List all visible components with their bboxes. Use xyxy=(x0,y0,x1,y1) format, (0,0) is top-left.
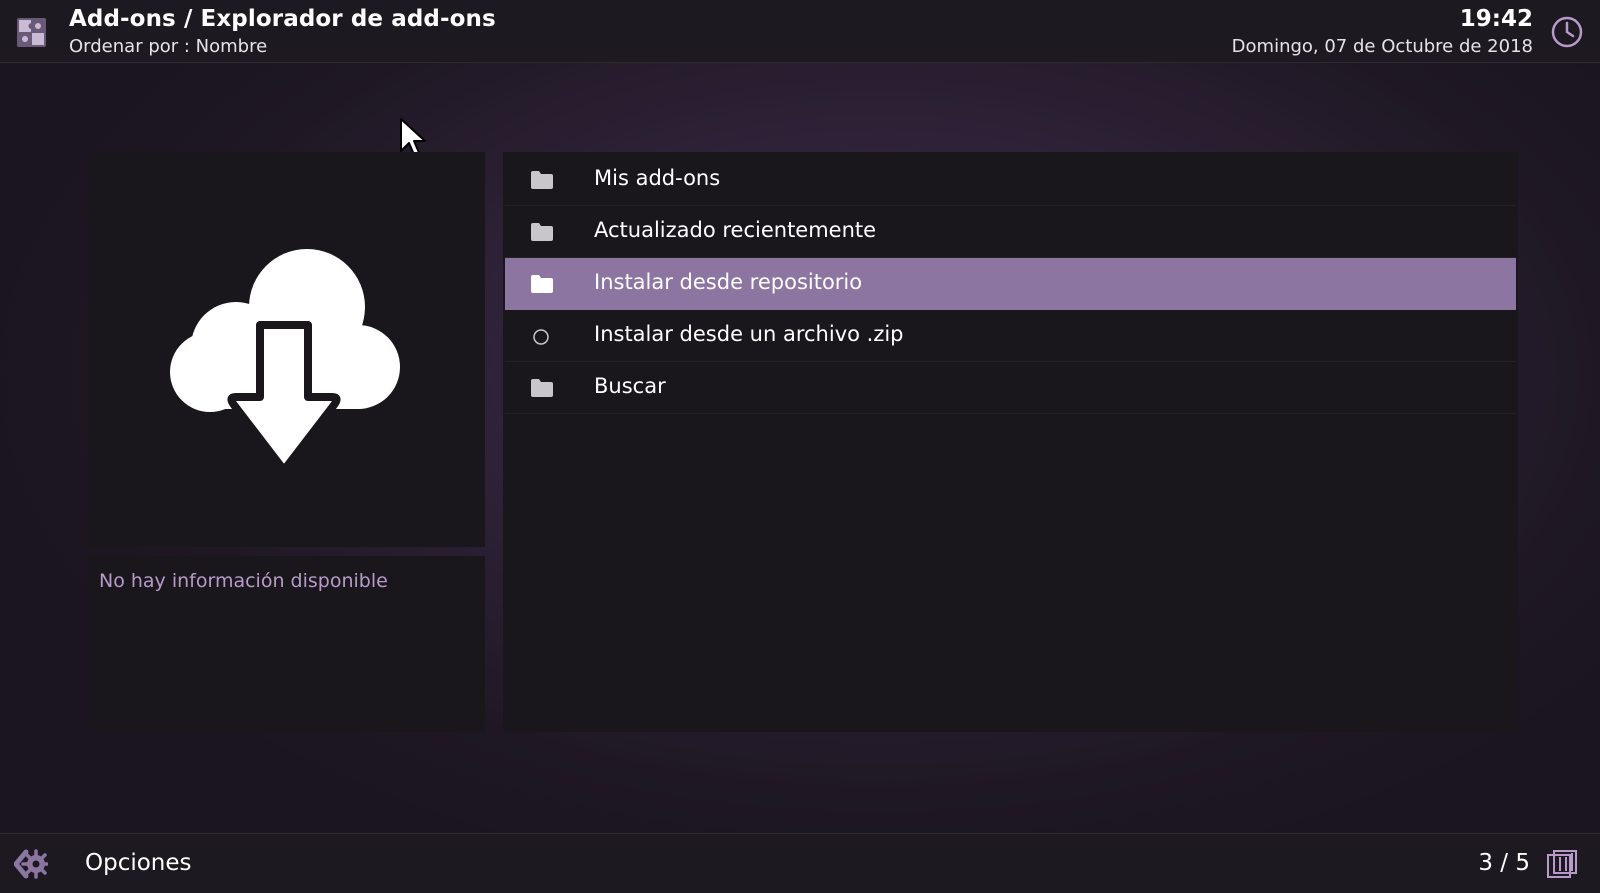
page-title: Add-ons / Explorador de add-ons xyxy=(69,6,496,32)
folder-icon xyxy=(531,223,553,241)
viewtype-icon[interactable] xyxy=(1546,849,1580,879)
addon-puzzle-icon xyxy=(17,18,46,47)
list-item-buscar[interactable]: Buscar xyxy=(505,362,1516,414)
top-bar: Add-ons / Explorador de add-ons Ordenar … xyxy=(0,0,1600,63)
folder-icon xyxy=(531,171,553,189)
info-panel: No hay información disponible xyxy=(88,556,485,732)
list-item-label: Mis add-ons xyxy=(594,166,721,190)
folder-icon xyxy=(531,379,553,397)
clock-date: Domingo, 07 de Octubre de 2018 xyxy=(1231,36,1533,57)
circle-icon xyxy=(533,329,549,345)
page-counter: 3 / 5 xyxy=(1478,850,1530,876)
list-item-instalar-desde-repositorio[interactable]: Instalar desde repositorio xyxy=(505,258,1516,310)
options-button[interactable]: Opciones xyxy=(85,850,192,876)
addon-browser-list: Mis add-ons Actualizado recientemente In… xyxy=(503,152,1518,732)
clock-icon xyxy=(1551,16,1583,48)
list-item-label: Buscar xyxy=(594,374,666,398)
cloud-download-icon xyxy=(170,249,400,472)
list-item-instalar-desde-zip[interactable]: Instalar desde un archivo .zip xyxy=(505,310,1516,362)
preview-thumbnail xyxy=(88,152,485,547)
info-text: No hay información disponible xyxy=(99,570,388,592)
options-icon[interactable] xyxy=(14,848,48,880)
list-item-actualizado-recientemente[interactable]: Actualizado recientemente xyxy=(505,206,1516,258)
list-item-mis-addons[interactable]: Mis add-ons xyxy=(505,154,1516,206)
bottom-bar: Opciones 3 / 5 xyxy=(0,833,1600,893)
list-item-label: Instalar desde repositorio xyxy=(594,270,863,294)
sort-label[interactable]: Ordenar por : Nombre xyxy=(69,36,267,57)
list-item-label: Actualizado recientemente xyxy=(594,218,877,242)
clock-time: 19:42 xyxy=(1459,6,1533,32)
folder-icon xyxy=(531,275,553,293)
list-item-label: Instalar desde un archivo .zip xyxy=(594,322,904,346)
